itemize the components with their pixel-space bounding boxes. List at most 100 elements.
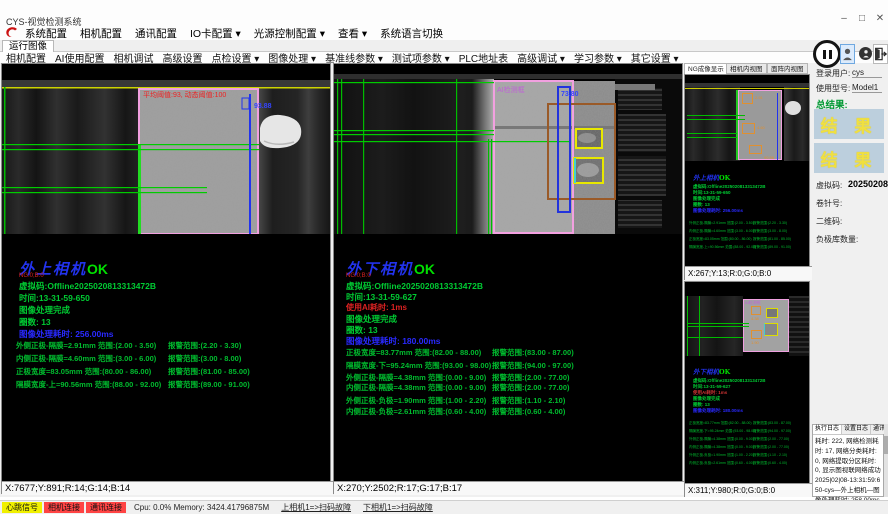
log-tab-execute[interactable]: 执行日志 [813,425,842,434]
measurement-alarm: 报警范围:(0.60 - 4.00) [492,406,565,417]
menu-item-view[interactable]: 查看 ▾ [338,26,367,41]
mini-image-lower[interactable]: AI检测框 4.38 1.90 [685,296,809,356]
minimize-button[interactable]: – [836,13,852,25]
mini-elapsed-line: 图像处理耗时: 180.00ms [693,408,743,414]
ai-elapsed-line: 使用AI耗时: 1ms [346,302,407,313]
mini-measurement: 外侧正极-隔膜=2.91mm 范围:(2.00 - 3.50) [689,221,754,226]
mini-panel-upper: 2.91 4.60 90.56 外上相机OK 虚拟码:Offline202502… [684,74,810,280]
mini-view-column: NG成像显示 相机内视图 面阵内视图 2.91 4.60 [684,63,810,497]
mini-elapsed-line: 图像处理耗时: 256.00ms [693,208,743,214]
exit-button[interactable] [873,44,888,64]
measurement-alarm: 报警范围:(1.10 - 2.10) [492,395,565,406]
camera-status-ok: OK [414,261,435,277]
bottom-status-bar: 心跳信号 相机连接 通讯连接 Cpu: 0.0% Memory: 3424.41… [0,500,888,514]
mini-measurement: 正极宽度=83.05mm 范围:(80.00 - 86.00) [689,237,752,242]
pause-button[interactable] [813,40,841,68]
view-tab-camera-view[interactable]: 相机内视图 [726,63,767,74]
close-button[interactable]: ✕ [872,13,888,25]
camera-panel-upper: 93.88 平均阈值:93, 动态阈值:100 外上相机OK NG:0;B:0 … [1,63,331,494]
measurement-main: 内侧正极-隔膜=4.38mm 范围:(0.00 - 9.00) [346,382,486,393]
mini-measure-box [749,145,762,154]
measurement-alarm: 报警范围:(2.00 - 77.00) [492,382,570,393]
camera-image-upper[interactable]: 93.88 平均阈值:93, 动态阈值:100 [2,64,330,234]
blue-measure-label: 73.80 [561,91,579,98]
user-circle-button[interactable] [859,47,872,60]
measurement-alarm: 报警范围:(83.00 - 87.00) [492,347,574,358]
mini-measure-box [742,93,753,104]
mini-measure-label: 1.90 [751,340,759,345]
menu-item-light-control[interactable]: 光源控制配置 ▾ [254,26,325,41]
upper-camera-fault-link[interactable]: 上相机1=>扫码故障 [281,502,351,513]
comm-connect-indicator: 通讯连接 [86,502,126,513]
menu-item-comm-config[interactable]: 通讯配置 [135,26,177,41]
model-value: Model1 [852,83,882,93]
mini-measurement: 外侧正极-隔膜=4.38mm 范围:(0.00 - 9.00) [689,437,754,442]
virtual-code-line: 虚拟码:Offline2025020813313472B [19,280,156,292]
log-panel: 执行日志 设置日志 通讯日志 耗时: 222, 网络检测耗时: 17, 网络分类… [812,424,884,497]
measurement-alarm: 报警范围:(94.00 - 97.00) [492,360,574,371]
ng-indicator-text: NG:0;B:0 [19,273,44,279]
measurement-alarm: 报警范围:(89.00 - 91.00) [168,379,250,390]
menu-item-system-config[interactable]: 系统配置 [25,26,67,41]
measurement-alarm: 报警范围:(3.00 - 8.00) [168,353,241,364]
view-tab-area-view[interactable]: 面阵内视图 [767,63,808,74]
camera-panel-lower: 73.80 AI检测框 外下相机OK NG:0;B:0 虚拟码:Offline2… [333,63,683,494]
menu-item-io-card-config[interactable]: IO卡配置 ▾ [190,26,241,41]
menu-item-language-switch[interactable]: 系统语言切换 [380,26,443,41]
result-display-2: 结 果 [814,143,884,173]
mini-camera-name-lower: 外下相机OK [693,366,730,376]
ng-indicator-text: NG:0;B:0 [346,273,371,279]
mini-pixel-status-upper: X:267;Y:13;R:0;G:0;B:0 [685,266,812,280]
elapsed-line: 图像处理耗时: 256.00ms [19,328,113,340]
title-bar [0,0,888,27]
log-tab-strip: 执行日志 设置日志 通讯日志 [813,425,883,435]
pixel-status-bar-lower: X:270;Y:2502;R:17;G:17;B:17 [334,481,685,495]
threshold-label: 平均阈值:93, 动态阈值:100 [143,90,226,99]
mini-measure-label: 4.60 [757,125,765,130]
lower-camera-fault-link[interactable]: 下相机1=>扫码故障 [363,502,433,513]
mini-measurement: 报警范围:(89.00 - 91.00) [753,245,791,250]
mini-panel-lower: AI检测框 4.38 1.90 外下相机OK 虚拟码:Offline202502… [684,281,810,497]
mini-measurement: 隔膜宽度-下=95.24mm 范围:(93.00 - 98.00) [689,429,756,434]
application-window: CYS-视觉检测系统 – □ ✕ 系统配置 相机配置 通讯配置 IO卡配置 ▾ … [0,0,888,522]
mini-measure-box [751,330,762,339]
process-done-line: 图像处理完成 [19,304,70,316]
measurement-alarm: 报警范围:(2.20 - 3.30) [168,340,241,351]
mini-image-upper[interactable]: 2.91 4.60 90.56 [685,75,809,169]
mini-measurement: 报警范围:(3.00 - 8.00) [753,229,787,234]
view-tab-ng-display[interactable]: NG成像显示 [684,63,728,74]
log-scrollbar-track[interactable] [884,424,888,497]
mini-measurement: 外侧正极-负极=1.90mm 范围:(1.00 - 2.20) [689,453,754,458]
overlay-blue-line [249,94,251,234]
mini-measurement: 内侧正极-负极=2.61mm 范围:(0.60 - 4.00) [689,461,754,466]
blue-measure-label: 93.88 [254,103,272,110]
log-tab-settings[interactable]: 设置日志 [842,425,871,434]
qr-code-label: 二维码: [816,216,842,227]
mini-measurement: 报警范围:(83.00 - 87.00) [753,421,791,426]
mini-measure-label: 90.56 [764,155,774,160]
mini-roller-object [785,101,801,115]
login-user-label: 登录用户: [816,68,850,79]
log-text: 耗时: 222, 网络检测耗时: 17, 网络分类耗时: 0, 网络提取分区耗时… [813,435,883,507]
mini-measurement: 报警范围:(2.20 - 3.30) [753,221,787,226]
login-user-button[interactable] [840,44,855,64]
measurement-main: 外侧正极-隔膜=2.91mm 范围:(2.00 - 3.50) [16,340,156,351]
mini-measurement: 内侧正极-隔膜=4.60mm 范围:(3.00 - 6.00) [689,229,754,234]
menu-item-camera-config[interactable]: 相机配置 [80,26,122,41]
user-icon [842,47,853,61]
menu-bar: 系统配置 相机配置 通讯配置 IO卡配置 ▾ 光源控制配置 ▾ 查看 ▾ 系统语… [0,27,888,40]
heartbeat-indicator: 心跳信号 [2,502,42,513]
measurement-main: 隔膜宽度-上=90.56mm 范围:(88.00 - 92.00) [16,379,161,390]
measurement-main: 隔膜宽度-下=95.24mm 范围:(93.00 - 98.00) [346,360,491,371]
maximize-button[interactable]: □ [854,13,870,25]
log-scrollbar-thumb[interactable] [884,436,888,454]
measurement-alarm: 报警范围:(81.00 - 85.00) [168,366,250,377]
vcode-label: 虚拟码: [816,180,842,191]
mini-measure-box [742,123,755,134]
vcode-value: 20250208 [848,179,888,189]
mini-measure-label: 2.91 [755,95,763,100]
mini-measurement: 报警范围:(94.00 - 97.00) [753,429,791,434]
elapsed-line: 图像处理耗时: 180.00ms [346,335,440,347]
exit-door-icon [874,47,887,61]
camera-image-lower[interactable]: 73.80 AI检测框 [334,64,682,234]
